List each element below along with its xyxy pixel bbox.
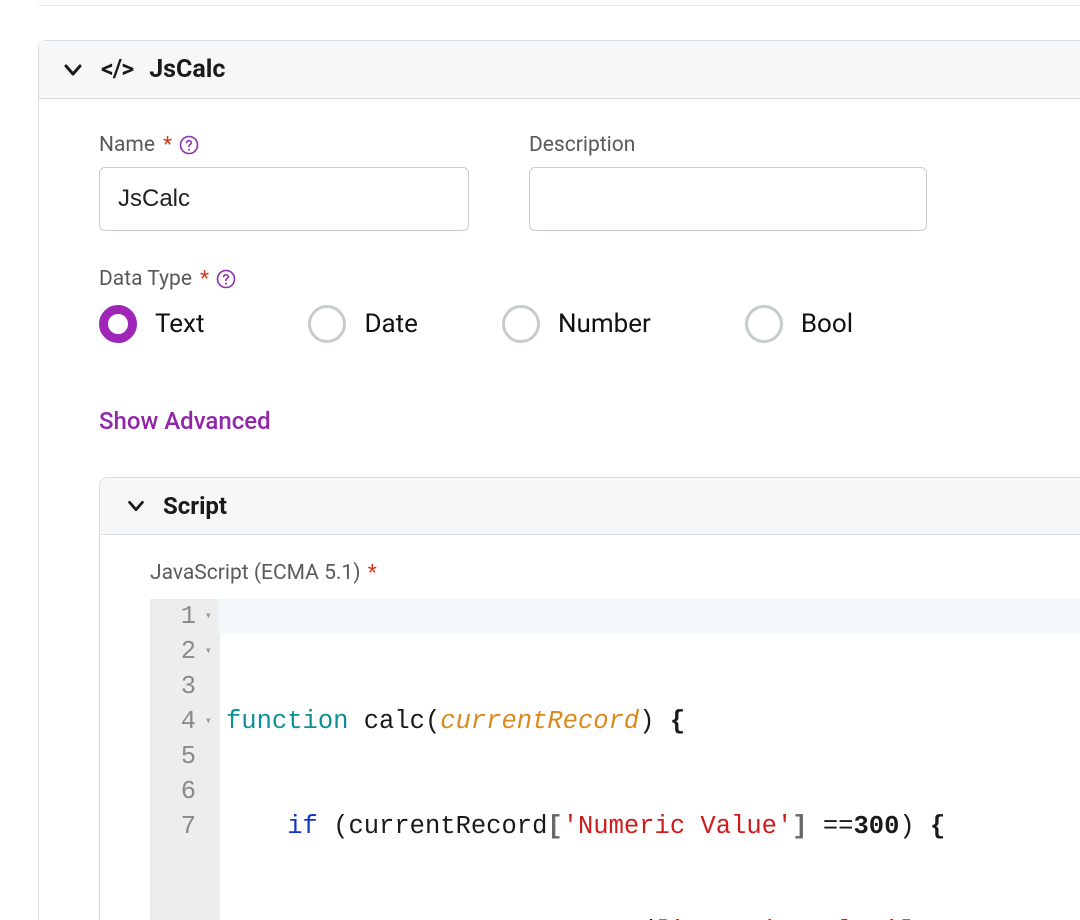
line-number: 1 [181,599,196,634]
fold-toggle-icon[interactable]: ▾ [202,599,212,634]
top-divider [38,0,1080,6]
script-section: Script JavaScript (ECMA 5.1) * 1▾ 2▾ 3 4… [99,477,1080,920]
code-area[interactable]: function calc(currentRecord) { if (curre… [220,599,945,920]
code-line: return currentRecord['Numeric Value']; [226,914,945,920]
radio-bool[interactable]: Bool [745,305,853,343]
editor-label: JavaScript (ECMA 5.1) [150,561,361,585]
radio-number-label: Number [558,309,651,339]
jscalc-panel: </> JsCalc Name * [38,40,1080,920]
line-number: 6 [181,774,196,809]
data-type-section: Data Type * Text [99,267,1080,343]
name-field-group: Name * [99,133,469,231]
code-line: function calc(currentRecord) { [226,704,945,739]
radio-circle-icon [502,305,540,343]
radio-circle-icon [745,305,783,343]
description-label: Description [529,133,635,157]
description-label-row: Description [529,133,927,157]
script-header[interactable]: Script [100,478,1080,535]
required-asterisk: * [200,267,209,291]
radio-text[interactable]: Text [99,305,204,343]
data-type-radio-row: Text Date Number Bool [99,305,1080,343]
panel-body: Name * Descriptio [39,99,1080,920]
fold-spacer [202,669,212,704]
line-number: 3 [181,669,196,704]
description-field-group: Description [529,133,927,231]
panel-header[interactable]: </> JsCalc [39,41,1080,99]
help-icon[interactable] [215,268,237,290]
chevron-down-icon[interactable] [125,495,147,517]
script-title: Script [163,492,227,520]
line-number: 2 [181,634,196,669]
data-type-label-row: Data Type * [99,267,1080,291]
radio-number[interactable]: Number [502,305,651,343]
editor-gutter: 1▾ 2▾ 3 4▾ 5 6 7 [150,599,220,920]
name-label: Name [99,133,155,157]
line-number: 7 [181,809,196,844]
fold-toggle-icon[interactable]: ▾ [202,634,212,669]
fold-spacer [202,774,212,809]
radio-text-label: Text [155,309,204,339]
show-advanced-link[interactable]: Show Advanced [99,407,1080,435]
line-number: 5 [181,739,196,774]
active-line-highlight [219,599,1080,634]
radio-circle-icon [308,305,346,343]
required-asterisk: * [368,561,377,585]
data-type-label: Data Type [99,267,192,291]
script-body: JavaScript (ECMA 5.1) * 1▾ 2▾ 3 4▾ 5 6 7 [100,535,1080,920]
description-input[interactable] [529,167,927,231]
panel-title: JsCalc [149,55,225,84]
radio-date[interactable]: Date [308,305,418,343]
required-asterisk: * [163,133,172,157]
name-label-row: Name * [99,133,469,157]
code-editor[interactable]: 1▾ 2▾ 3 4▾ 5 6 7 function calc(currentRe… [150,599,1080,920]
fold-toggle-icon[interactable]: ▾ [202,704,212,739]
radio-bool-label: Bool [801,309,853,339]
help-icon[interactable] [178,134,200,156]
code-icon: </> [101,55,133,84]
code-line: if (currentRecord['Numeric Value'] ==300… [226,809,945,844]
chevron-down-icon[interactable] [61,58,85,82]
line-number: 4 [181,704,196,739]
editor-label-row: JavaScript (ECMA 5.1) * [150,561,1080,585]
fold-spacer [202,739,212,774]
radio-circle-selected-icon [99,305,137,343]
name-input[interactable] [99,167,469,231]
radio-date-label: Date [364,309,418,339]
fold-spacer [202,809,212,844]
